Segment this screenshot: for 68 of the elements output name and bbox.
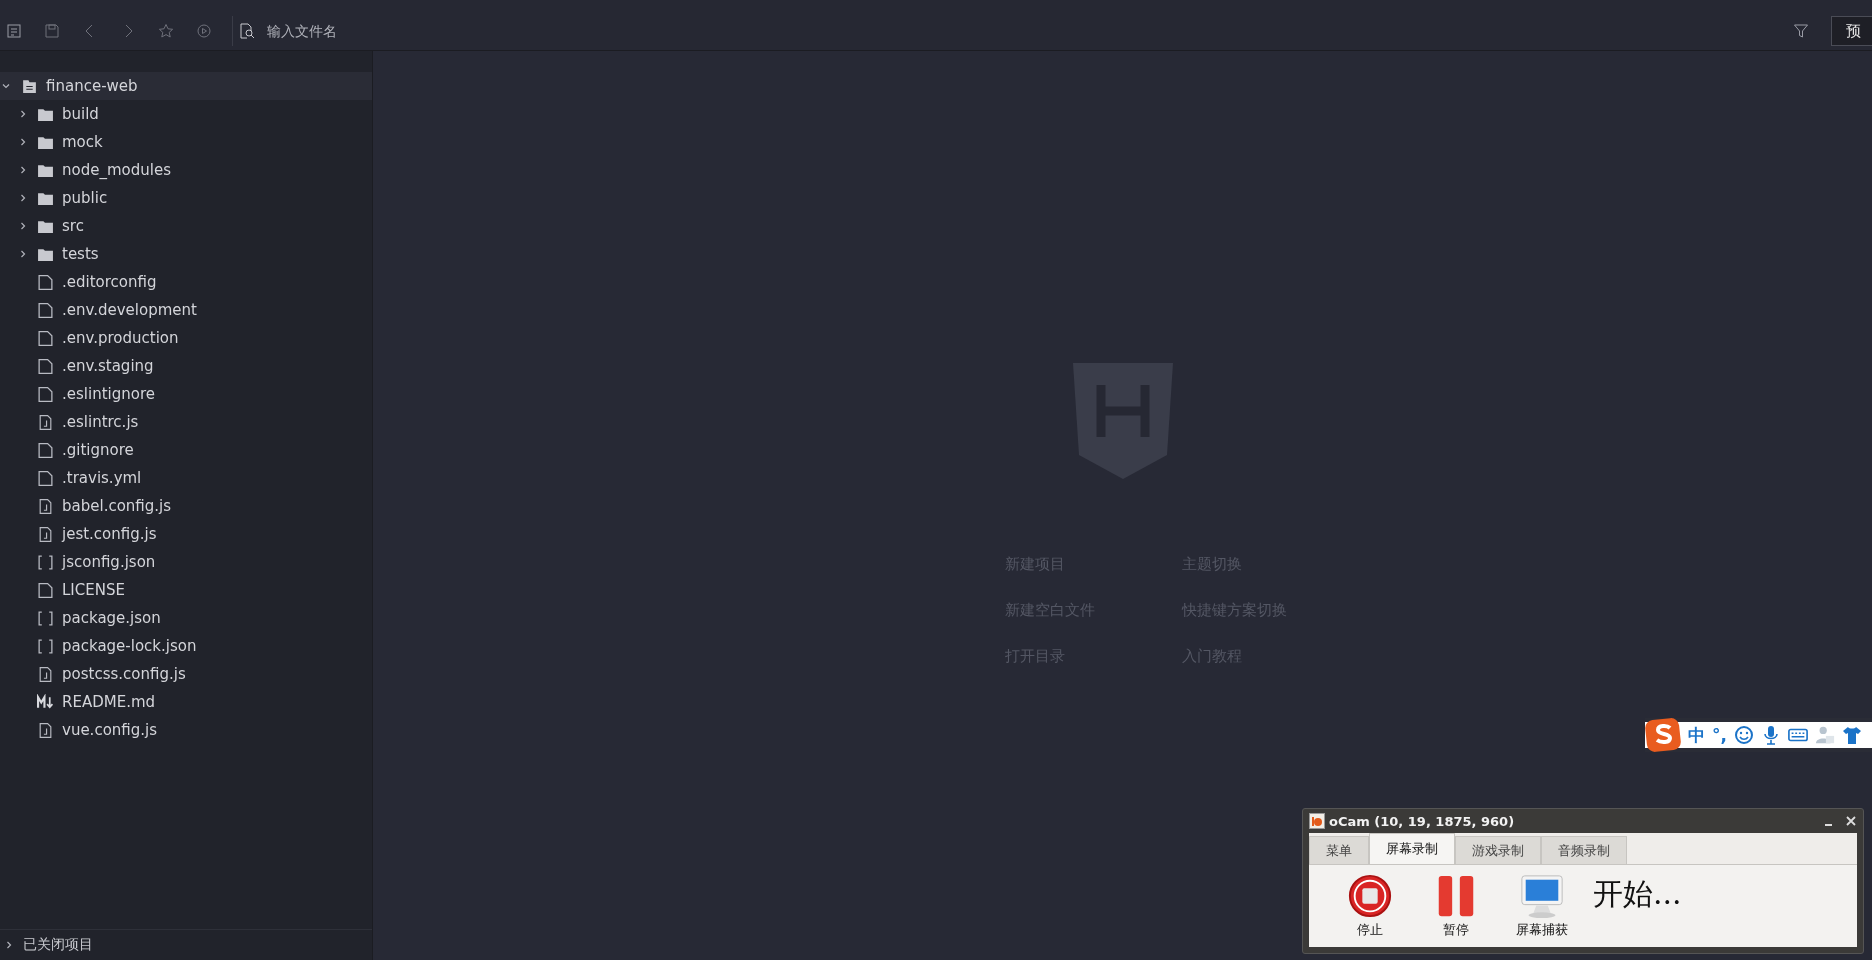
js-file-icon: [37, 525, 54, 543]
star-icon[interactable]: [158, 23, 174, 39]
file-icon: [37, 329, 54, 347]
file-icon: [37, 581, 54, 599]
search-icon: [239, 23, 255, 39]
search-field[interactable]: 输入文件名: [265, 22, 1771, 40]
file-icon: [37, 385, 54, 403]
brackets-icon: [37, 609, 54, 627]
monitor-icon: [1519, 873, 1565, 919]
window-title: oCam (10, 19, 1875, 960): [1329, 813, 1516, 829]
js-file-icon: [37, 497, 54, 515]
tree-item[interactable]: jest.config.js: [0, 520, 372, 548]
recorder-tab[interactable]: 游戏录制: [1455, 836, 1541, 864]
collapse-icon[interactable]: [6, 23, 22, 39]
tree-item[interactable]: node_modules: [0, 156, 372, 184]
punctuation-toggle[interactable]: °,: [1712, 725, 1727, 745]
recorder-tab[interactable]: 菜单: [1309, 836, 1369, 864]
tree-item[interactable]: postcss.config.js: [0, 660, 372, 688]
filter-icon[interactable]: [1793, 23, 1809, 39]
tree-item[interactable]: package.json: [0, 604, 372, 632]
file-icon: [37, 301, 54, 319]
stop-button[interactable]: 停止: [1335, 873, 1405, 939]
tree-item[interactable]: tests: [0, 240, 372, 268]
ime-logo-icon[interactable]: [1645, 718, 1681, 752]
run-icon[interactable]: [196, 23, 212, 39]
js-file-icon: [37, 413, 54, 431]
tree-item[interactable]: .gitignore: [0, 436, 372, 464]
preview-button[interactable]: 预: [1831, 16, 1872, 46]
js-file-icon: [37, 665, 54, 683]
tree-item[interactable]: babel.config.js: [0, 492, 372, 520]
tree-item[interactable]: jsconfig.json: [0, 548, 372, 576]
file-icon: [37, 273, 54, 291]
tree-item[interactable]: vue.config.js: [0, 716, 372, 744]
tree-item[interactable]: package-lock.json: [0, 632, 372, 660]
tree-item[interactable]: .editorconfig: [0, 268, 372, 296]
file-icon: [37, 469, 54, 487]
close-icon[interactable]: [1845, 815, 1857, 827]
tree-item[interactable]: build: [0, 100, 372, 128]
capture-button[interactable]: 屏幕捕获: [1507, 873, 1577, 939]
tree-item[interactable]: public: [0, 184, 372, 212]
status-text: 开始...: [1593, 874, 1682, 913]
brackets-icon: [37, 553, 54, 571]
tree-item[interactable]: src: [0, 212, 372, 240]
file-icon: [37, 441, 54, 459]
markdown-icon: [37, 693, 54, 711]
app-icon: [1309, 813, 1325, 829]
project-item[interactable]: finance-web: [0, 72, 372, 100]
input-mode-toggle[interactable]: 中: [1688, 723, 1705, 747]
pause-button[interactable]: 暂停: [1421, 873, 1491, 939]
tree-item[interactable]: mock: [0, 128, 372, 156]
tree-item[interactable]: .eslintignore: [0, 380, 372, 408]
stop-icon: [1347, 873, 1393, 919]
js-file-icon: [37, 721, 54, 739]
tree-item[interactable]: LICENSE: [0, 576, 372, 604]
project-icon: [21, 77, 38, 95]
tree-item[interactable]: .env.production: [0, 324, 372, 352]
smiley-icon[interactable]: [1733, 725, 1754, 745]
closed-projects-item[interactable]: 已关闭项目: [0, 929, 372, 960]
shirt-icon[interactable]: [1841, 725, 1862, 745]
recorder-tab[interactable]: 音频录制: [1541, 836, 1627, 864]
tree-item[interactable]: README.md: [0, 688, 372, 716]
tree-item[interactable]: .eslintrc.js: [0, 408, 372, 436]
tree-item[interactable]: .env.development: [0, 296, 372, 324]
tree-item[interactable]: .travis.yml: [0, 464, 372, 492]
brackets-icon: [37, 637, 54, 655]
recorder-tab[interactable]: 屏幕录制: [1369, 833, 1455, 864]
file-icon: [37, 357, 54, 375]
tree-item[interactable]: .env.staging: [0, 352, 372, 380]
